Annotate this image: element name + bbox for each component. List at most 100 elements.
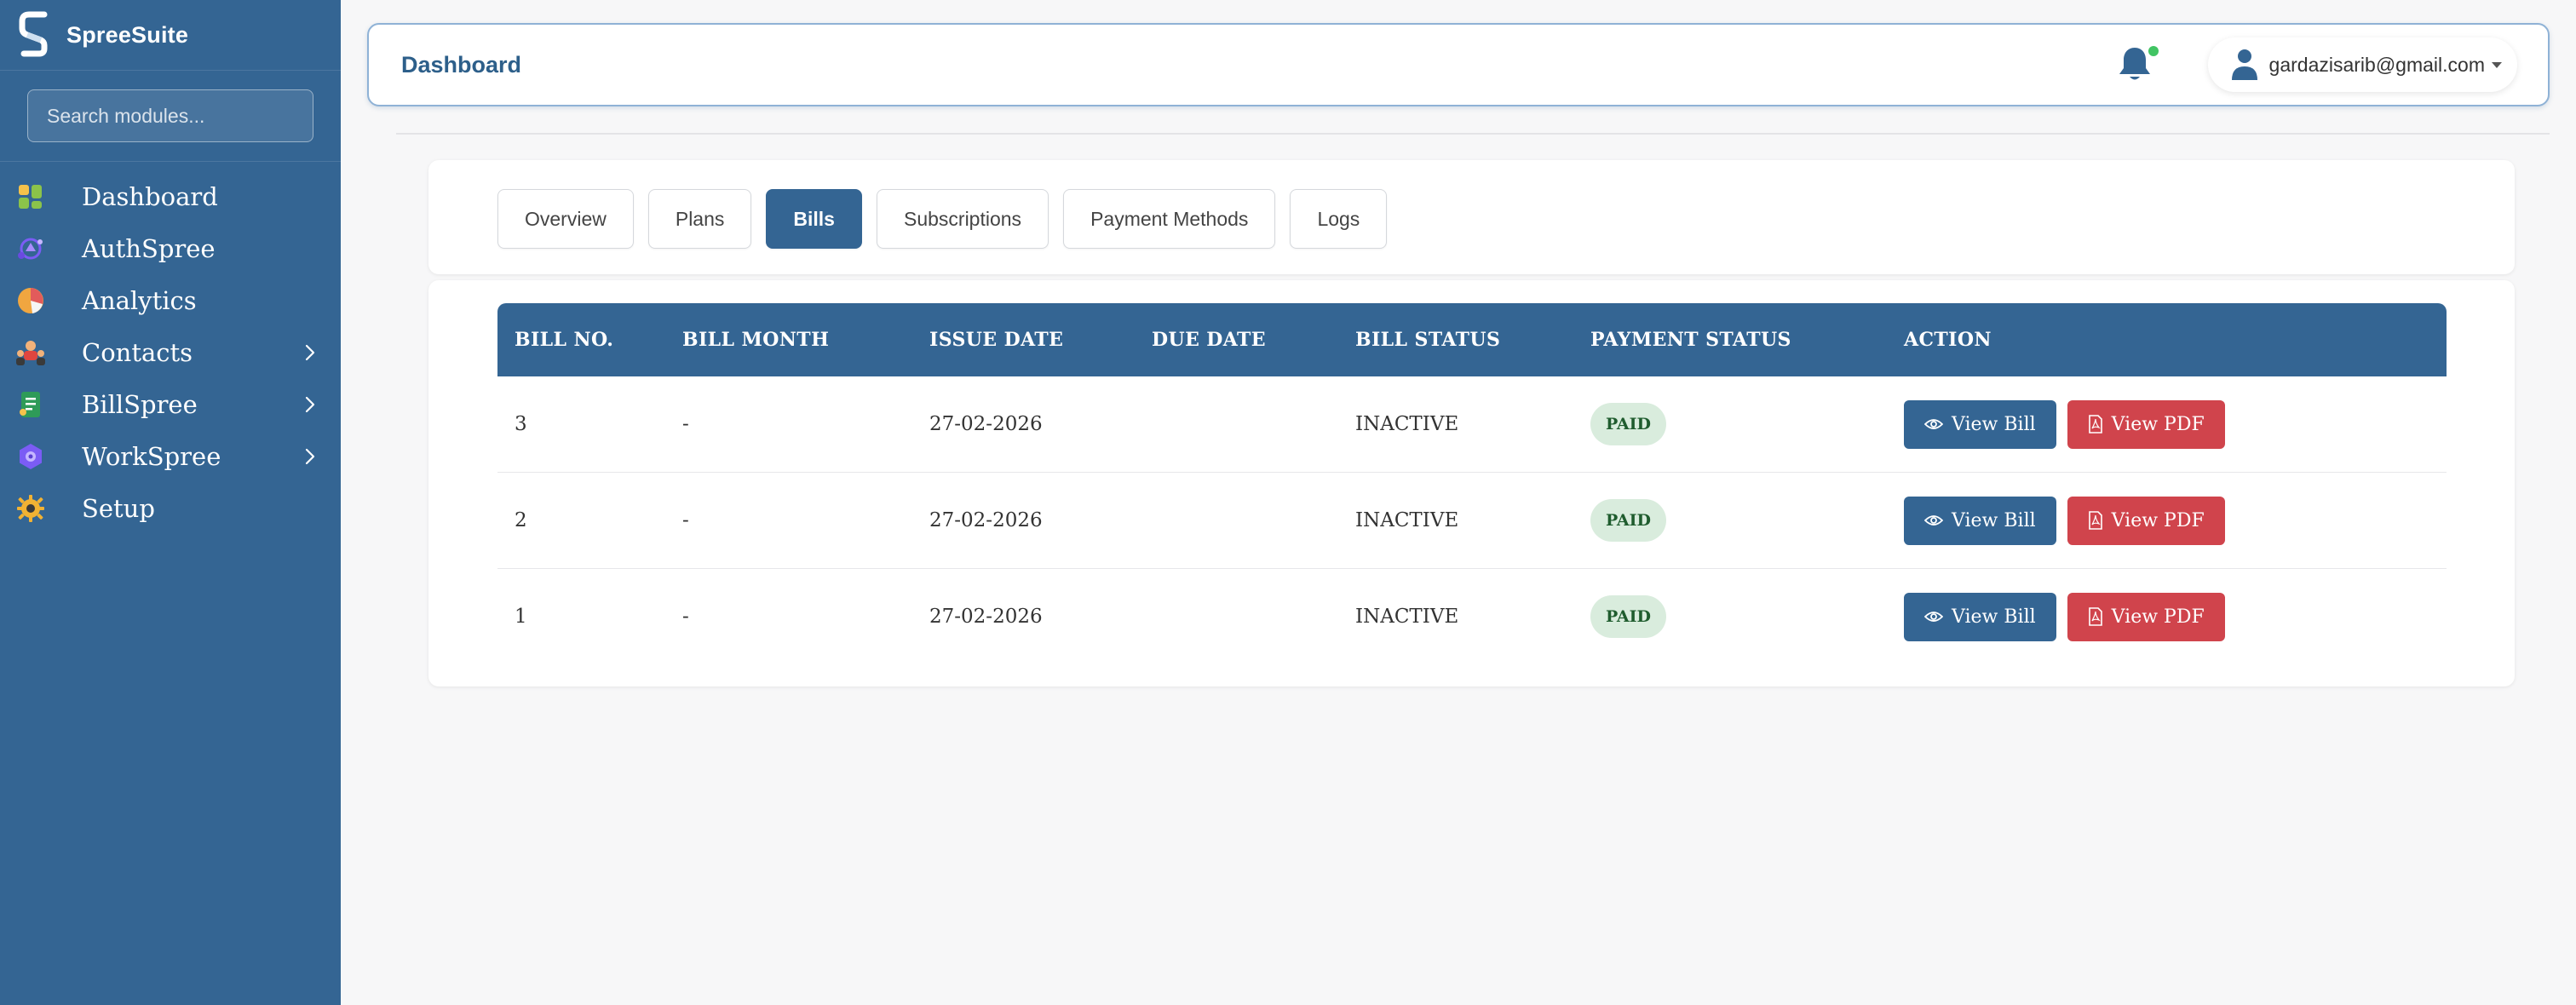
view-pdf-label: View PDF [2111, 606, 2205, 628]
sidebar-item-label: Analytics [82, 285, 197, 315]
bill-month-cell: - [682, 413, 689, 435]
sidebar-item-contacts[interactable]: Contacts [0, 326, 341, 378]
view-bill-label: View Bill [1952, 509, 2036, 531]
issue-date-cell: 27-02-2026 [929, 413, 1043, 435]
view-pdf-button[interactable]: View PDF [2067, 592, 2225, 641]
bill-month-cell: - [682, 606, 689, 628]
sidebar-item-analytics[interactable]: Analytics [0, 274, 341, 326]
pdf-file-icon [2088, 607, 2102, 626]
view-bill-button[interactable]: View Bill [1904, 399, 2056, 449]
tab-plans[interactable]: Plans [647, 189, 752, 249]
tab-overview[interactable]: Overview [497, 189, 634, 249]
table-row: 3 - 27-02-2026 INACTIVE PAID View Bill V… [497, 376, 2447, 473]
workspree-icon [15, 441, 46, 472]
sidebar-item-label: BillSpree [82, 389, 198, 419]
sidebar-item-label: Contacts [82, 337, 193, 367]
user-email: gardazisarib@gmail.com [2268, 53, 2485, 76]
contacts-icon [15, 337, 46, 368]
table-row: 1 - 27-02-2026 INACTIVE PAID View Bill V… [497, 569, 2447, 664]
sidebar-item-label: AuthSpree [82, 233, 216, 263]
view-pdf-button[interactable]: View PDF [2067, 399, 2225, 449]
payment-status-cell: PAID [1590, 499, 1904, 542]
column-header: BILL NO. [515, 329, 614, 351]
spreesuite-logo-icon [19, 11, 48, 57]
pdf-file-icon [2088, 415, 2102, 434]
tabs-card: Overview Plans Bills Subscriptions Payme… [428, 160, 2515, 274]
status-badge: PAID [1590, 595, 1667, 638]
sidebar: SpreeSuite Dashboard [0, 0, 341, 1005]
column-header: ACTION [1904, 329, 1992, 351]
bills-table: BILL NO. BILL MONTH ISSUE DATE DUE DATE … [497, 303, 2447, 664]
chevron-right-icon[interactable] [302, 394, 319, 415]
search-box [27, 89, 313, 142]
tab-bar: Overview Plans Bills Subscriptions Payme… [497, 189, 1401, 249]
bill-status-cell: INACTIVE [1355, 413, 1459, 435]
user-avatar-icon [2231, 49, 2257, 80]
sidebar-item-label: Setup [82, 493, 155, 523]
status-badge: PAID [1590, 403, 1667, 445]
bills-table-card: BILL NO. BILL MONTH ISSUE DATE DUE DATE … [428, 280, 2515, 686]
eye-icon [1924, 612, 1943, 622]
view-bill-button[interactable]: View Bill [1904, 592, 2056, 641]
tab-bills[interactable]: Bills [766, 189, 862, 249]
sidebar-item-dashboard[interactable]: Dashboard [0, 170, 341, 222]
view-pdf-label: View PDF [2111, 413, 2205, 435]
dashboard-grid-icon [15, 181, 46, 212]
gear-icon [15, 493, 46, 524]
action-cell: View Bill View PDF [1904, 399, 2447, 449]
action-cell: View Bill View PDF [1904, 592, 2447, 641]
pdf-file-icon [2088, 511, 2102, 530]
notifications-button[interactable] [2114, 44, 2159, 85]
notification-status-dot [2148, 46, 2159, 56]
bill-no-cell: 1 [515, 606, 527, 628]
view-bill-label: View Bill [1952, 606, 2036, 628]
action-cell: View Bill View PDF [1904, 496, 2447, 545]
view-bill-button[interactable]: View Bill [1904, 496, 2056, 545]
status-badge: PAID [1590, 499, 1667, 542]
column-header: DUE DATE [1152, 329, 1266, 351]
chevron-right-icon[interactable] [302, 446, 319, 467]
sidebar-item-label: WorkSpree [82, 441, 221, 471]
sidebar-item-label: Dashboard [82, 181, 218, 211]
bill-month-cell: - [682, 509, 689, 531]
bill-no-cell: 3 [515, 413, 527, 435]
column-header: BILL STATUS [1355, 329, 1501, 351]
brand-name: SpreeSuite [66, 21, 189, 48]
search-input[interactable] [45, 103, 301, 129]
sidebar-nav: Dashboard AuthSpree Analytics Contacts B… [0, 162, 341, 534]
sidebar-item-workspree[interactable]: WorkSpree [0, 430, 341, 482]
view-pdf-label: View PDF [2111, 509, 2205, 531]
issue-date-cell: 27-02-2026 [929, 509, 1043, 531]
tab-payment-methods[interactable]: Payment Methods [1063, 189, 1276, 249]
user-menu-dropdown[interactable]: gardazisarib@gmail.com [2207, 37, 2517, 92]
issue-date-cell: 27-02-2026 [929, 606, 1043, 628]
sidebar-item-authspree[interactable]: AuthSpree [0, 222, 341, 274]
page-title: Dashboard [401, 51, 522, 78]
table-row: 2 - 27-02-2026 INACTIVE PAID View Bill V… [497, 473, 2447, 569]
view-bill-label: View Bill [1952, 413, 2036, 435]
payment-status-cell: PAID [1590, 595, 1904, 638]
eye-icon [1924, 419, 1943, 429]
tab-logs[interactable]: Logs [1290, 189, 1388, 249]
tab-subscriptions[interactable]: Subscriptions [876, 189, 1049, 249]
pie-chart-icon [15, 285, 46, 316]
table-header: BILL NO. BILL MONTH ISSUE DATE DUE DATE … [497, 303, 2447, 376]
top-header: Dashboard gardazisarib@gmail.com [367, 23, 2550, 106]
chevron-right-icon[interactable] [302, 342, 319, 363]
sidebar-item-billspree[interactable]: BillSpree [0, 378, 341, 430]
payment-status-cell: PAID [1590, 403, 1904, 445]
bill-no-cell: 2 [515, 509, 527, 531]
bill-document-icon [15, 389, 46, 420]
header-divider [396, 133, 2550, 135]
brand[interactable]: SpreeSuite [0, 0, 341, 71]
column-header: BILL MONTH [682, 329, 830, 351]
search-area [0, 71, 341, 162]
eye-icon [1924, 515, 1943, 525]
sidebar-item-setup[interactable]: Setup [0, 482, 341, 534]
caret-down-icon [2492, 61, 2502, 68]
column-header: ISSUE DATE [929, 329, 1064, 351]
bill-status-cell: INACTIVE [1355, 509, 1459, 531]
view-pdf-button[interactable]: View PDF [2067, 496, 2225, 545]
column-header: PAYMENT STATUS [1590, 329, 1791, 351]
bill-status-cell: INACTIVE [1355, 606, 1459, 628]
